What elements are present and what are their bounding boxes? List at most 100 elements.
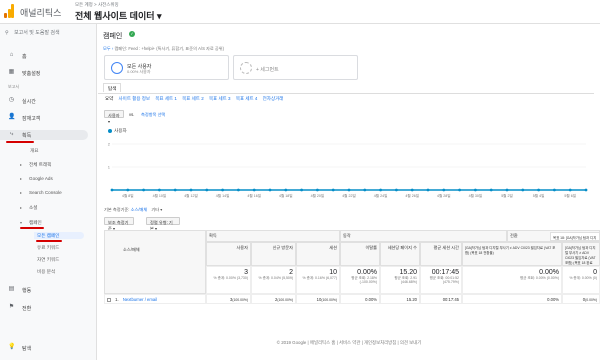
acq-social[interactable]: ▸ 소셜 xyxy=(0,204,90,212)
sidebar-search[interactable]: ⚲ 보고서 및 도움말 검색 xyxy=(5,29,93,39)
goal-select-dropdown[interactable]: 목표 18: [GA]작가님 텀과 디지털 부사기 ≠ ADV CI023 필임… xyxy=(550,232,600,241)
column-header-new-users[interactable]: 신규 방문자 xyxy=(251,242,296,266)
sidebar-item-acquisition[interactable]: ⤷ 획득 xyxy=(0,130,88,140)
tab-explorer[interactable]: 탐색 xyxy=(103,83,122,92)
acq-google-ads[interactable]: ▸ Google Ads xyxy=(0,175,90,183)
sidebar-item-audience[interactable]: 👤 잠재고객 xyxy=(0,113,97,123)
lightbulb-icon: 💡 xyxy=(8,344,16,350)
dimension-other[interactable]: 기타 ▾ xyxy=(151,207,162,212)
row-source-link[interactable]: Nextburner / email xyxy=(123,297,157,302)
data-point[interactable] xyxy=(142,188,145,192)
sidebar-item-label: 잠재고객 xyxy=(22,116,41,122)
select-metric-link[interactable]: 측정항목 선택 xyxy=(141,112,165,118)
sidebar-item-discover[interactable]: 💡 탐색 xyxy=(0,343,97,353)
row-sessions: 10(100.00%) xyxy=(296,294,340,304)
x-tick-label: 4월 28일 xyxy=(437,193,451,198)
all-link[interactable]: 모두 › xyxy=(103,46,113,51)
segment-all-users[interactable]: 모든 사용자 0.00% 사용자 xyxy=(104,55,229,80)
column-header-dimension[interactable]: 소스/매체 xyxy=(104,230,206,294)
sidebar-item-conversions[interactable]: ⚑ 전환 xyxy=(0,303,97,313)
secondary-dimension-dropdown[interactable]: 보조 측정기준 ▾ xyxy=(104,217,134,231)
metric-dropdown[interactable]: 사용자 ▾ xyxy=(104,110,124,124)
data-point[interactable] xyxy=(126,188,130,192)
row-avg-duration: 00:17:45 xyxy=(420,294,462,304)
acq-overview[interactable]: 개요 xyxy=(0,147,90,155)
data-point[interactable] xyxy=(237,188,240,192)
group-header-behavior: 동작 xyxy=(340,230,507,242)
campaign-all[interactable]: 모든 캠페인 xyxy=(34,232,84,239)
data-point[interactable] xyxy=(173,188,177,192)
data-point[interactable] xyxy=(284,188,288,192)
data-point[interactable] xyxy=(252,188,256,192)
data-point[interactable] xyxy=(553,188,556,192)
home-icon: ⌂ xyxy=(9,52,14,58)
tab-divider xyxy=(98,93,594,94)
x-tick-label: 4월 12일 xyxy=(184,193,198,198)
acq-all-traffic[interactable]: ▸ 전체 트래픽 xyxy=(0,161,90,169)
search-input[interactable]: 보고서 및 도움말 검색 xyxy=(14,30,60,36)
data-point[interactable] xyxy=(189,188,193,192)
data-point[interactable] xyxy=(584,188,588,192)
data-point[interactable] xyxy=(158,188,161,192)
acq-search-console[interactable]: ▸ Search Console xyxy=(0,189,90,197)
data-point[interactable] xyxy=(395,188,398,192)
data-point[interactable] xyxy=(474,188,477,192)
sidebar-item-behavior[interactable]: ▤ 행동 xyxy=(0,285,97,295)
person-icon: 👤 xyxy=(8,114,16,120)
caret-right-icon: ▸ xyxy=(20,190,23,195)
add-segment-button[interactable]: + 세그먼트 xyxy=(233,55,358,80)
subtab-goal1[interactable]: 목표 세트 1 xyxy=(155,96,177,101)
subtab-goal2[interactable]: 목표 세트 2 xyxy=(182,96,204,101)
data-point[interactable] xyxy=(300,188,303,192)
data-point[interactable] xyxy=(410,188,414,192)
data-point[interactable] xyxy=(347,188,351,192)
data-point[interactable] xyxy=(268,188,272,192)
sidebar-item-customization[interactable]: ▦ 맞춤설정 xyxy=(0,68,97,78)
data-point[interactable] xyxy=(458,188,461,192)
data-point[interactable] xyxy=(363,188,367,192)
data-point[interactable] xyxy=(537,188,540,192)
data-point[interactable] xyxy=(442,188,446,192)
data-point[interactable] xyxy=(205,188,209,192)
data-point[interactable] xyxy=(505,188,509,192)
subtab-goal3[interactable]: 목표 세트 3 xyxy=(209,96,231,101)
data-point[interactable] xyxy=(521,188,525,192)
column-header-goal-completions[interactable]: [GA]작가님 텀과 디지털 부사기 ≠ ADV CI023 필임자료 (VAT… xyxy=(562,242,600,266)
data-point[interactable] xyxy=(331,188,335,192)
column-header-pages-per-session[interactable]: 세션당 페이지 수 xyxy=(380,242,420,266)
filter-text: 캠페인: Feed : +helpi+ (특사기, 퓨합기, 표준의 A/S 자… xyxy=(114,46,225,51)
data-point[interactable] xyxy=(221,188,224,192)
data-point[interactable] xyxy=(426,188,430,192)
sidebar-item-realtime[interactable]: ◷ 실시간 xyxy=(0,96,97,106)
sidebar-item-home[interactable]: ⌂ 홈 xyxy=(0,51,97,61)
acq-campaigns[interactable]: ▾ 캠페인 xyxy=(0,219,90,227)
column-header-goal-conv-rate[interactable]: [GA]작가님 텀과 디지털 부사기 ≠ ADV CI023 필임자료 (VAT… xyxy=(462,242,562,266)
subtab-ecommerce[interactable]: 전자상거래 xyxy=(263,96,284,101)
data-point[interactable] xyxy=(316,188,319,192)
data-point[interactable] xyxy=(568,188,572,192)
y-tick-label: 2 xyxy=(108,142,111,147)
column-header-users[interactable]: 사용자 xyxy=(206,242,251,266)
row-checkbox[interactable] xyxy=(107,297,111,302)
campaign-paid-keywords[interactable]: 유료 키워드 xyxy=(37,245,59,251)
caret-right-icon: ▸ xyxy=(20,176,23,181)
annotation-underline xyxy=(20,227,44,229)
sort-type-dropdown[interactable]: 정렬 유형: 기본 ▾ xyxy=(146,217,180,231)
search-icon: ⚲ xyxy=(5,30,9,36)
column-header-bounce-rate[interactable]: 이탈률 xyxy=(340,242,380,266)
view-selector[interactable]: 전체 웹사이트 데이터 ▾ xyxy=(75,9,162,22)
data-point[interactable] xyxy=(110,188,114,192)
analytics-logo-icon[interactable] xyxy=(4,4,14,18)
total-new-users: 2% 총계: 0.04% (5,509) xyxy=(251,266,296,294)
data-point[interactable] xyxy=(379,188,382,192)
subtab-goal4[interactable]: 목표 세트 4 xyxy=(236,96,258,101)
subtab-summary[interactable]: 요약 xyxy=(105,96,113,101)
column-header-sessions[interactable]: 세션 xyxy=(296,242,340,266)
column-header-avg-session-duration[interactable]: 평균 세션 시간 xyxy=(420,242,462,266)
breadcrumb[interactable]: 모든 계정 > 사전스위밍 xyxy=(75,2,119,8)
dimension-source-medium[interactable]: 소스/매체 xyxy=(131,207,148,212)
data-point[interactable] xyxy=(489,188,493,192)
subtab-site-usage[interactable]: 사이트 활용 정보 xyxy=(119,96,150,101)
campaign-cost-analysis[interactable]: 비용 분석 xyxy=(37,269,55,275)
campaign-organic-keywords[interactable]: 자연 키워드 xyxy=(37,257,59,263)
